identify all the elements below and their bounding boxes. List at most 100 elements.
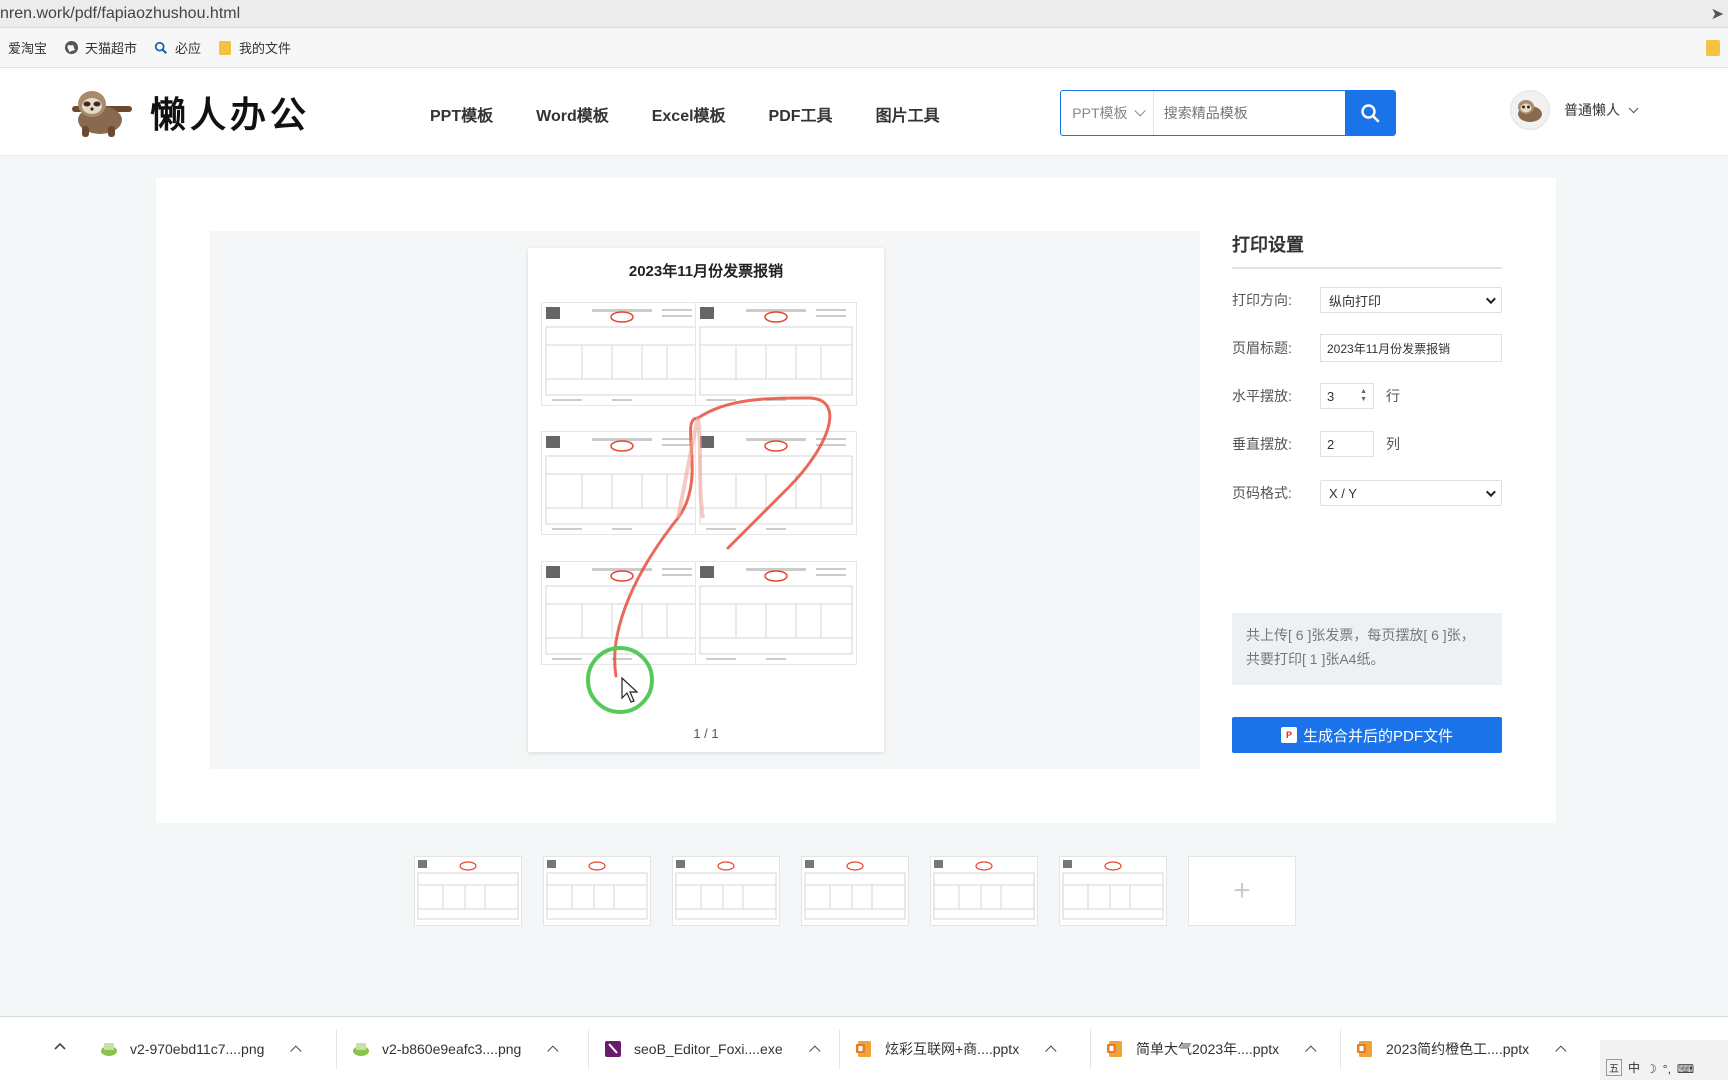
chevron-up-icon[interactable]: [54, 1041, 66, 1051]
download-item[interactable]: 简单大气2023年....pptx: [1106, 1033, 1317, 1065]
invoice-preview-1: [541, 302, 703, 406]
mouse-cursor-icon: [621, 676, 639, 703]
print-preview-area: 2023年11月份发票报销 1 / 1: [210, 231, 1200, 769]
add-invoice-button[interactable]: +: [1188, 856, 1296, 926]
bookmark-aitaobao[interactable]: 爱淘宝: [8, 38, 47, 57]
pptx-file-icon: [1106, 1040, 1124, 1058]
download-separator: [839, 1029, 840, 1069]
invoice-preview-6: [695, 561, 857, 665]
page-title: 2023年11月份发票报销: [628, 263, 784, 280]
orientation-value: 纵向打印: [1329, 293, 1382, 309]
download-filename: 2023简约橙色工....pptx: [1386, 1041, 1530, 1057]
invoice-thumbnail[interactable]: [672, 856, 780, 926]
pdf-file-icon: P: [1280, 727, 1297, 743]
orientation-select[interactable]: 纵向打印: [1320, 287, 1502, 313]
download-separator: [336, 1029, 337, 1069]
punctuation-icon[interactable]: °,: [1663, 1062, 1671, 1076]
nav-image[interactable]: 图片工具: [876, 102, 940, 126]
keyboard-icon[interactable]: ⌨: [1677, 1062, 1694, 1076]
sloth-logo-icon: [72, 91, 132, 137]
username: 普通懒人: [1564, 102, 1620, 118]
chevron-down-icon: [1628, 102, 1639, 113]
download-separator: [588, 1029, 589, 1069]
settings-title: 打印设置: [1232, 231, 1502, 269]
search-icon: [1361, 104, 1380, 123]
other-bookmarks-folder-icon[interactable]: [1706, 40, 1720, 56]
moon-icon[interactable]: ☽: [1646, 1062, 1657, 1076]
nav-ppt[interactable]: PPT模板: [430, 102, 493, 126]
avatar[interactable]: [1510, 90, 1550, 130]
png-file-icon: [352, 1040, 370, 1058]
invoice-preview-2: [695, 302, 857, 406]
download-filename: seoB_Editor_Foxi....exe: [634, 1041, 783, 1057]
folder-icon: [217, 40, 233, 56]
url-text[interactable]: nren.work/pdf/fapiaozhushou.html: [0, 5, 240, 23]
chevron-up-icon[interactable]: [290, 1045, 302, 1057]
download-filename: v2-970ebd11c7....png: [130, 1041, 265, 1057]
nav-pdf[interactable]: PDF工具: [769, 102, 833, 126]
invoice-preview-3: [541, 431, 703, 535]
invoice-thumbnail[interactable]: [543, 856, 651, 926]
download-filename: v2-b860e9eafc3....png: [382, 1041, 522, 1057]
png-file-icon: [100, 1040, 118, 1058]
plus-icon: +: [1233, 874, 1251, 907]
vertical-stepper[interactable]: 2: [1320, 431, 1374, 457]
invoice-thumbnail[interactable]: [801, 856, 909, 926]
user-menu[interactable]: 普通懒人: [1510, 90, 1639, 130]
header-title-input[interactable]: 2023年11月份发票报销: [1320, 334, 1502, 362]
chevron-up-icon[interactable]: [547, 1045, 559, 1057]
site-header: 懒人办公 PPT模板 Word模板 Excel模板 PDF工具 图片工具 PPT…: [0, 68, 1728, 156]
download-bar: v2-970ebd11c7....png v2-b860e9eafc3....pn…: [0, 1016, 1728, 1080]
header-title-label: 页眉标题:: [1232, 340, 1292, 356]
search-icon: [153, 40, 169, 56]
pptx-file-icon: [1356, 1040, 1374, 1058]
chevron-down-icon: [1485, 486, 1496, 497]
vertical-label: 垂直摆放:: [1232, 436, 1292, 452]
bookmark-my-files[interactable]: 我的文件: [217, 38, 291, 57]
horizontal-stepper[interactable]: 3 ▲ ▼: [1320, 383, 1374, 409]
bookmark-label: 必应: [175, 41, 202, 56]
horizontal-unit: 行: [1386, 388, 1400, 404]
bookmark-bing[interactable]: 必应: [153, 38, 201, 57]
download-item[interactable]: 2023简约橙色工....pptx: [1356, 1033, 1567, 1065]
site-logo[interactable]: 懒人办公: [70, 86, 310, 138]
search-input[interactable]: [1153, 91, 1345, 135]
search-button[interactable]: [1344, 91, 1395, 135]
nav-excel[interactable]: Excel模板: [652, 102, 726, 126]
invoice-thumbnail[interactable]: [930, 856, 1038, 926]
download-item[interactable]: v2-b860e9eafc3....png: [352, 1033, 559, 1065]
invoice-thumbnail[interactable]: [1059, 856, 1167, 926]
invoice-thumbnail[interactable]: [414, 856, 522, 926]
invoice-preview-5: [541, 561, 703, 665]
vertical-value: 2: [1327, 436, 1335, 452]
page-format-select[interactable]: X / Y: [1320, 480, 1502, 506]
download-item[interactable]: v2-970ebd11c7....png: [100, 1033, 302, 1065]
send-icon[interactable]: ➤: [1711, 4, 1724, 24]
ime-mode[interactable]: 中: [1628, 1059, 1640, 1076]
spin-arrows-icon[interactable]: ▲ ▼: [1360, 388, 1367, 404]
address-bar[interactable]: nren.work/pdf/fapiaozhushou.html ➤: [0, 0, 1728, 28]
print-settings-panel: 打印设置 打印方向: 纵向打印 页眉标题: 2023年11月份发票报销 水平摆放…: [1232, 231, 1502, 753]
page-format-value: X / Y: [1329, 485, 1357, 501]
nav-word[interactable]: Word模板: [536, 102, 609, 126]
page-format-row: 页码格式: X / Y: [1232, 480, 1502, 506]
ime-icon[interactable]: 五: [1606, 1059, 1622, 1076]
logo-text: 懒人办公: [150, 95, 311, 136]
page-format-label: 页码格式:: [1232, 485, 1292, 501]
download-item[interactable]: seoB_Editor_Foxi....exe: [604, 1033, 821, 1065]
chevron-up-icon[interactable]: [1305, 1045, 1317, 1057]
sloth-avatar-icon: [1518, 100, 1542, 122]
generate-pdf-button[interactable]: P 生成合并后的PDF文件: [1232, 717, 1502, 753]
chevron-up-icon[interactable]: [808, 1045, 821, 1057]
bookmark-tmall[interactable]: 天猫超市: [63, 38, 137, 57]
chevron-up-icon[interactable]: [1045, 1045, 1057, 1057]
chevron-down-icon: [1133, 105, 1146, 117]
search-category-dropdown[interactable]: PPT模板: [1061, 91, 1154, 135]
bookmarks-bar: 爱淘宝 天猫超市 必应 我的文件: [0, 28, 1728, 68]
pptx-file-icon: [855, 1040, 873, 1058]
search-box: PPT模板: [1060, 90, 1396, 136]
chevron-up-icon[interactable]: [1555, 1045, 1567, 1057]
download-item[interactable]: 炫彩互联网+商....pptx: [855, 1033, 1057, 1065]
preview-page: 2023年11月份发票报销 1 / 1: [528, 248, 884, 752]
horizontal-value: 3: [1327, 388, 1335, 404]
